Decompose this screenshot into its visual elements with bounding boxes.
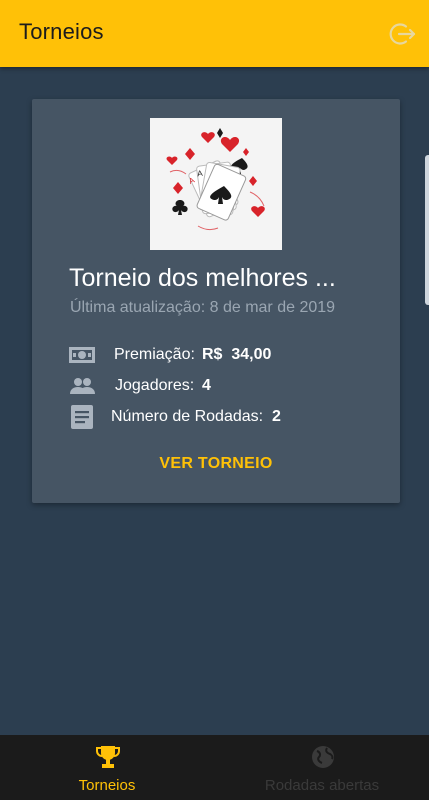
prize-value: R$ 34,00 [202,346,272,363]
document-icon [71,405,93,429]
app-bar: Torneios [0,0,429,67]
bottom-navigation: Torneios Rodadas abertas [0,735,429,800]
nav-item-rodadas-abertas[interactable]: Rodadas abertas [215,735,429,800]
nav-item-torneios[interactable]: Torneios [0,735,214,800]
tournament-card: A A Torneio dos melhores ... Última atua… [32,99,400,503]
people-icon [70,378,95,394]
nav-label-rodadas-abertas: Rodadas abertas [264,777,380,794]
last-updated: Última atualização: 8 de mar de 2019 [70,299,336,316]
tournament-title: Torneio dos melhores ... [69,264,336,292]
tournament-image: A A [150,118,282,250]
rounds-value: 2 [272,408,281,425]
page-title: Torneios [19,19,104,44]
playing-cards-image: A A [150,118,282,250]
players-value: 4 [202,377,211,394]
nav-label-torneios: Torneios [78,777,136,794]
rounds-label: Número de Rodadas: [111,408,264,425]
globe-icon [312,746,334,768]
players-label: Jogadores: [115,377,195,394]
prize-label: Premiação: [114,346,195,363]
logout-button[interactable] [389,20,417,48]
money-icon [69,347,95,363]
view-tournament-button[interactable]: VER TORNEIO [32,455,400,473]
trophy-icon [96,746,120,768]
logout-icon [389,23,416,45]
edge-handle[interactable] [425,155,429,305]
